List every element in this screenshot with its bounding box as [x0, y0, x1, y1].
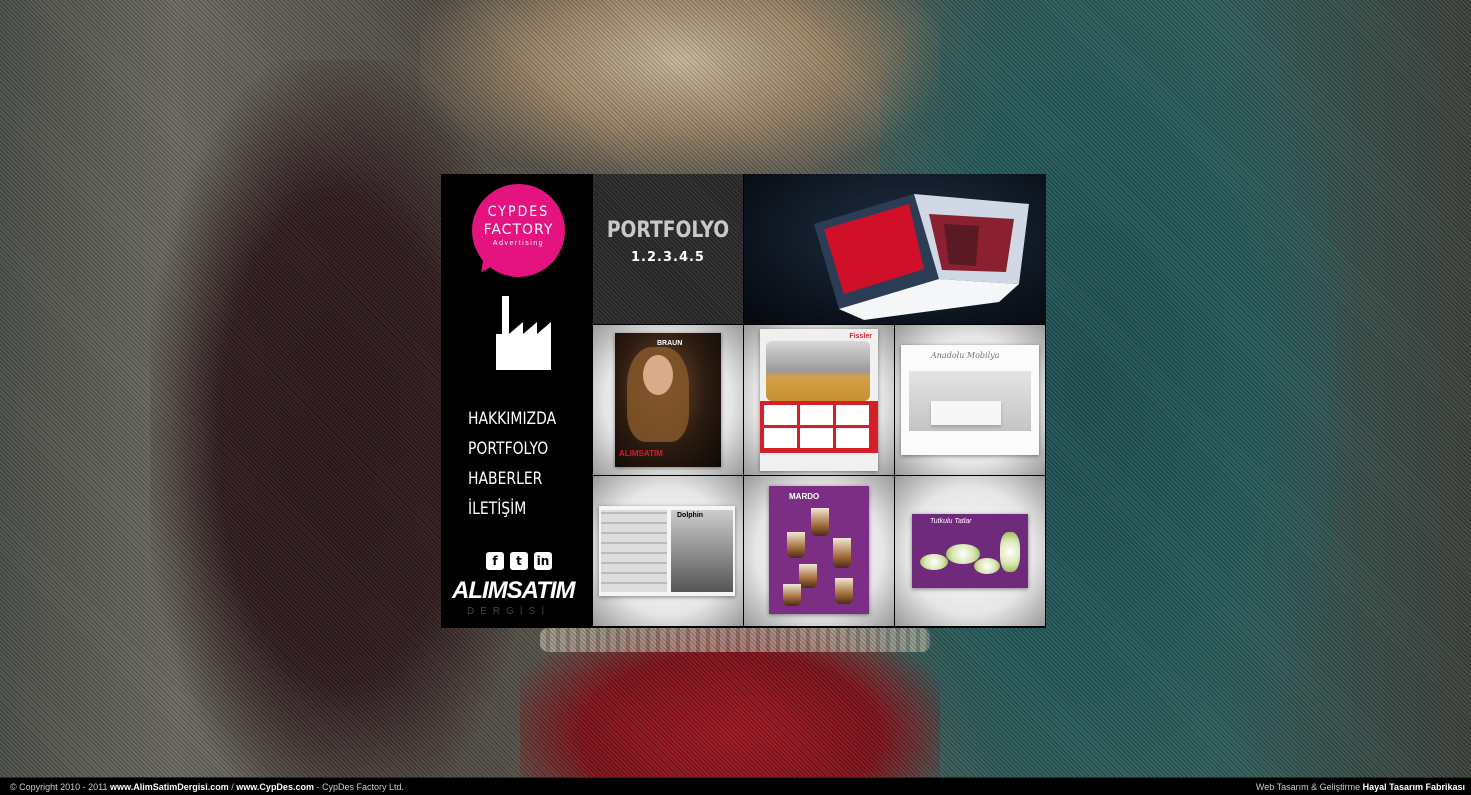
vacuum-brand-text: Dolphin: [677, 512, 704, 519]
furniture-ad-image: Anadolu Mobilya: [901, 345, 1039, 455]
ad-product-list: [601, 510, 667, 592]
footer-copyright: © Copyright 2010 - 2011 www.AlimSatimDer…: [10, 778, 404, 795]
portfolio-pagination[interactable]: 1.2.3.4.5: [593, 250, 743, 265]
braun-ad-image: BRAUN ALIMSATIM: [615, 333, 721, 467]
nav-item-haberler[interactable]: HABERLER: [468, 464, 556, 494]
coffee-brand-text: MARDO: [789, 492, 820, 501]
footer: © Copyright 2010 - 2011 www.AlimSatimDer…: [0, 777, 1471, 795]
footer-link-cypdes[interactable]: www.CypDes.com: [236, 782, 314, 792]
portfolio-header-tile: PORTFOLYO 1.2.3.4.5: [593, 174, 743, 324]
ad-vacuum-photo: [671, 510, 733, 592]
ad-product-cells: [764, 405, 874, 448]
sidebar: CYPDES FACTORY Advertising HAKKIMIZDA PO…: [441, 174, 592, 628]
footer-credit-link[interactable]: Hayal Tasarım Fabrikası: [1363, 782, 1465, 792]
fissler-ad-image: Fissler: [760, 329, 878, 471]
nav-item-portfolyo[interactable]: PORTFOLYO: [468, 434, 556, 464]
ad-cup: [787, 532, 805, 558]
portfolio-thumb-dessert[interactable]: Tutkulu Tatlar: [895, 476, 1045, 626]
portfolio-thumb-furniture[interactable]: Anadolu Mobilya: [895, 325, 1045, 475]
footer-credit-text: Web Tasarım & Geliştirme: [1255, 782, 1361, 792]
coffee-ad-image: MARDO: [769, 486, 869, 614]
portfolio-title: PORTFOLYO: [606, 218, 730, 243]
logo-line3: Advertising: [492, 240, 545, 247]
ad-cup: [835, 578, 853, 604]
portfolio-thumb-braun[interactable]: BRAUN ALIMSATIM: [593, 325, 743, 475]
logo-line1: CYPDES: [487, 204, 550, 220]
footer-copyright-text: © Copyright 2010 - 2011: [10, 782, 108, 792]
main-frame: CYPDES FACTORY Advertising HAKKIMIZDA PO…: [441, 174, 1046, 628]
footer-link-alimsatim[interactable]: www.AlimSatimDergisi.com: [110, 782, 229, 792]
braun-ad-footer-text: ALIMSATIM: [619, 449, 663, 458]
ad-cup: [783, 584, 801, 606]
vacuum-ad-image: Dolphin: [599, 506, 735, 596]
footer-company-text: - CypDes Factory Ltd.: [313, 782, 404, 792]
nav-item-hakkimizda[interactable]: HAKKIMIZDA: [468, 404, 556, 434]
main-nav: HAKKIMIZDA PORTFOLYO HABERLER İLETİŞİM: [468, 404, 575, 524]
facebook-icon[interactable]: f: [486, 552, 504, 570]
alimsatim-subtitle: DERGİSİ: [467, 606, 551, 617]
ad-plate: [1000, 532, 1020, 572]
dessert-title-text: Tutkulu Tatlar: [930, 518, 972, 525]
ad-cup: [833, 538, 851, 568]
fissler-brand-text: Fissler: [849, 333, 872, 340]
hero-magazine-image: [744, 174, 1046, 324]
ad-plate: [974, 558, 1000, 574]
factory-icon: [496, 296, 551, 370]
ad-plate: [920, 554, 948, 570]
ad-pot: [766, 341, 870, 401]
braun-brand-text: BRAUN: [657, 340, 683, 347]
furniture-script-text: Anadolu Mobilya: [931, 351, 1000, 360]
ad-cup: [799, 564, 817, 588]
linkedin-icon[interactable]: in: [534, 552, 552, 570]
alimsatim-logo[interactable]: ALIMSATIM: [452, 578, 584, 604]
open-magazine-illustration: [814, 194, 1029, 320]
portfolio-thumb-fissler[interactable]: Fissler: [744, 325, 894, 475]
portfolio-thumb-vacuum[interactable]: Dolphin: [593, 476, 743, 626]
twitter-icon[interactable]: t: [510, 552, 528, 570]
ad-cup: [811, 508, 829, 536]
footer-credit: Web Tasarım & Geliştirme Hayal Tasarım F…: [1256, 778, 1465, 795]
portfolio-thumb-coffee[interactable]: MARDO: [744, 476, 894, 626]
ad-face: [643, 355, 673, 395]
dessert-ad-image: Tutkulu Tatlar: [912, 514, 1028, 588]
logo-line2: FACTORY: [483, 222, 554, 238]
nav-item-iletisim[interactable]: İLETİŞİM: [468, 494, 556, 524]
ad-bed: [931, 401, 1001, 425]
social-links: f t in: [486, 552, 552, 570]
